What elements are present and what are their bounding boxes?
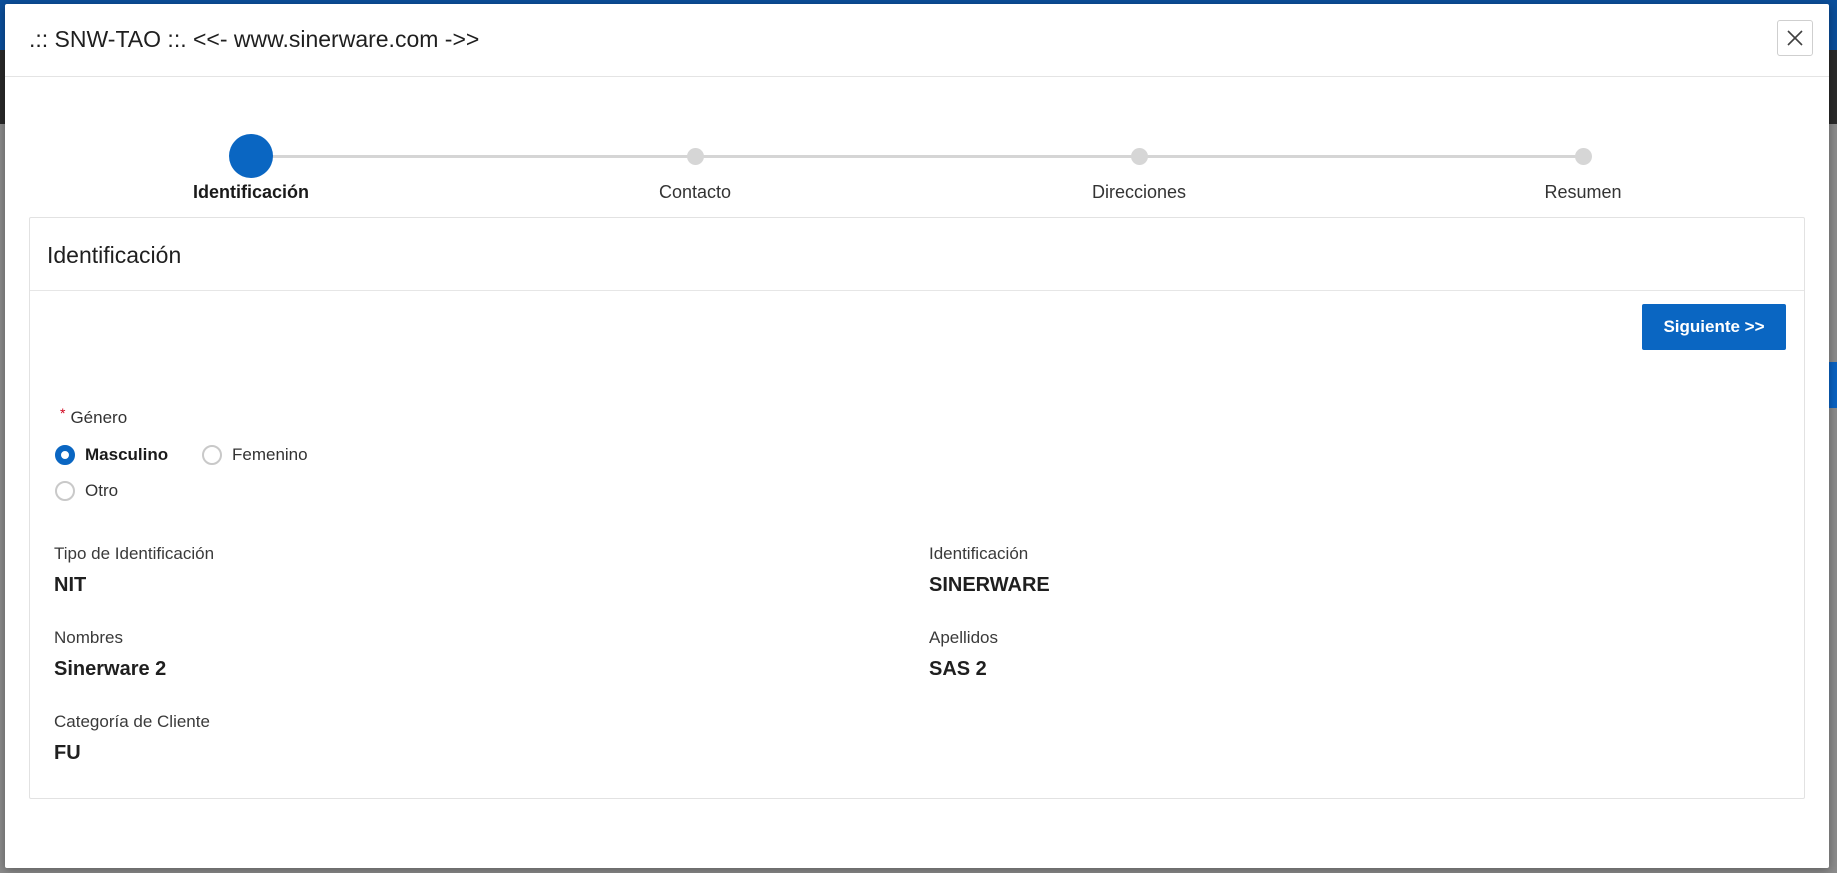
step-dot-contacto[interactable]: [687, 148, 704, 165]
apellidos-label: Apellidos: [929, 628, 998, 647]
step-dot-resumen[interactable]: [1575, 148, 1592, 165]
radio-otro[interactable]: Otro: [55, 481, 118, 501]
step-label-resumen[interactable]: Resumen: [1544, 182, 1621, 203]
radio-label-masculino: Masculino: [85, 445, 169, 464]
radio-label-otro: Otro: [85, 481, 119, 500]
stepper-connector-2: [695, 155, 1139, 158]
nombres-value: Sinerware 2: [54, 658, 167, 680]
identification-panel: Identificación Siguiente >> * Género Masc…: [29, 217, 1805, 799]
apellidos-value: SAS 2: [929, 658, 987, 680]
step-dot-identificacion[interactable]: [229, 134, 273, 178]
modal-header: .:: SNW-TAO ::. <<- www.sinerware.com ->…: [5, 4, 1829, 77]
close-button[interactable]: [1777, 20, 1813, 56]
panel-title: Identificación: [47, 242, 182, 268]
next-button[interactable]: Siguiente >>: [1642, 304, 1786, 350]
step-dot-direcciones[interactable]: [1131, 148, 1148, 165]
step-label-identificacion[interactable]: Identificación: [193, 182, 309, 203]
identificacion-value: SINERWARE: [929, 574, 1050, 596]
tipo-identificacion-label: Tipo de Identificación: [54, 544, 215, 563]
radio-button[interactable]: [202, 445, 222, 465]
step-label-contacto[interactable]: Contacto: [659, 182, 731, 203]
background-side-tab: [1829, 362, 1837, 408]
radio-label-femenino: Femenino: [232, 445, 308, 464]
radio-femenino[interactable]: Femenino: [202, 445, 308, 465]
radio-button-checked[interactable]: [55, 445, 75, 465]
wizard-stepper: Identificación Contacto Direcciones Resu…: [5, 76, 1829, 212]
categoria-cliente-value: FU: [54, 742, 81, 764]
radio-button[interactable]: [55, 481, 75, 501]
gender-label-text: Género: [70, 408, 128, 427]
stepper-connector-1: [251, 155, 699, 158]
gender-label: * Género: [60, 405, 128, 428]
panel-header: Identificación: [30, 218, 1804, 291]
stepper-connector-3: [1139, 155, 1583, 158]
radio-masculino[interactable]: Masculino: [55, 445, 168, 465]
customer-wizard-modal: .:: SNW-TAO ::. <<- www.sinerware.com ->…: [5, 4, 1829, 868]
required-marker: *: [60, 405, 66, 421]
step-label-direcciones[interactable]: Direcciones: [1092, 182, 1186, 203]
modal-title: .:: SNW-TAO ::. <<- www.sinerware.com ->…: [29, 26, 480, 52]
close-icon: [1787, 30, 1803, 46]
categoria-cliente-label: Categoría de Cliente: [54, 712, 210, 731]
identificacion-label: Identificación: [929, 544, 1029, 563]
nombres-label: Nombres: [54, 628, 123, 647]
tipo-identificacion-value: NIT: [54, 574, 87, 596]
